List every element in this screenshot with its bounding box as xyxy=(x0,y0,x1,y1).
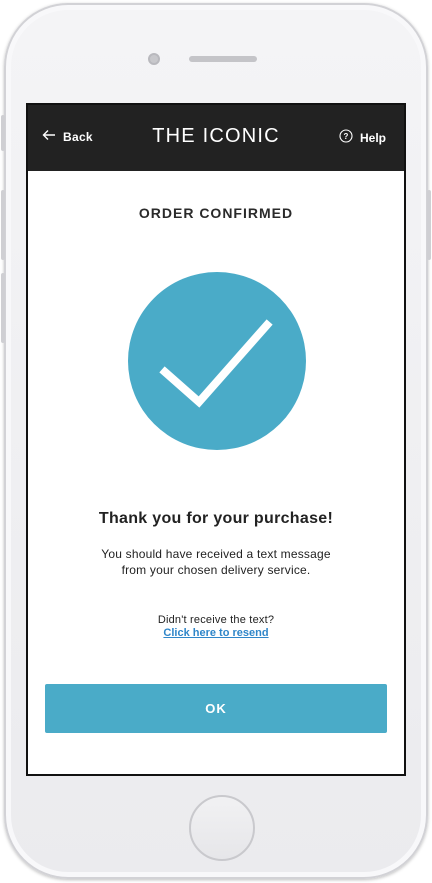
app-screen: Back THE ICONIC ? Help ORDER CONFIRMED T… xyxy=(26,103,406,776)
message-line-1: You should have received a text message xyxy=(101,547,331,561)
checkmark-icon xyxy=(128,319,306,454)
question-circle-icon: ? xyxy=(339,129,353,146)
front-camera xyxy=(148,53,160,65)
power-button xyxy=(427,190,431,260)
page-title: ORDER CONFIRMED xyxy=(138,205,294,221)
ok-button[interactable]: OK xyxy=(45,684,387,733)
arrow-left-icon xyxy=(42,129,56,144)
thank-you-heading: Thank you for your purchase! xyxy=(98,510,334,527)
message-line-2: from your chosen delivery service. xyxy=(121,563,311,577)
back-button[interactable]: Back xyxy=(42,129,93,144)
home-button[interactable] xyxy=(189,795,255,861)
svg-text:?: ? xyxy=(344,132,349,141)
back-label: Back xyxy=(63,129,93,144)
resend-link[interactable]: Click here to resend xyxy=(28,627,404,639)
mute-switch xyxy=(1,115,5,151)
resend-question: Didn't receive the text? xyxy=(157,614,275,626)
confirmation-badge xyxy=(128,272,306,450)
help-button[interactable]: ? Help xyxy=(339,129,386,146)
delivery-message: You should have received a text message … xyxy=(58,546,374,578)
navbar: Back THE ICONIC ? Help xyxy=(28,105,404,171)
earpiece-speaker xyxy=(189,56,257,62)
help-label: Help xyxy=(359,130,386,145)
volume-up-button xyxy=(1,190,5,260)
volume-down-button xyxy=(1,273,5,343)
